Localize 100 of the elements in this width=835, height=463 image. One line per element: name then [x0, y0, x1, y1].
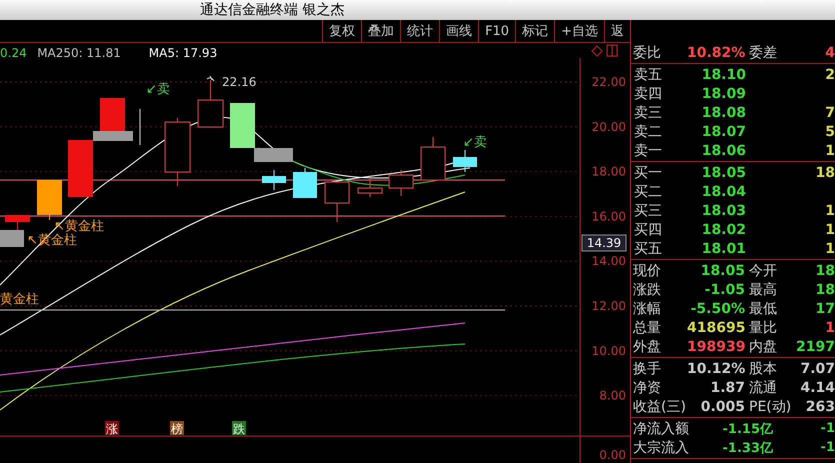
quote-label: 最低	[748, 300, 778, 318]
quote-label: 流通	[748, 378, 778, 396]
quote-value: 1.87	[709, 380, 745, 396]
candlestick	[5, 214, 30, 232]
candlestick	[37, 180, 62, 220]
rank-tag[interactable]: 跌	[232, 421, 246, 436]
order-price: 18.10	[700, 66, 746, 82]
quote-value: 198939	[687, 338, 745, 354]
indicator-value: MA5: 17.93	[148, 46, 218, 60]
quote-label: 收益(三)	[633, 398, 687, 416]
quote-label: 现价	[633, 262, 662, 280]
order-level-label: 买三	[634, 202, 663, 220]
order-price: 18.08	[700, 104, 746, 120]
quote-label: 今开	[748, 262, 778, 280]
price-axis-label: 14.00	[592, 254, 626, 268]
quote-value: 418695	[687, 320, 745, 336]
quote-label: 内盘	[748, 338, 778, 356]
quote-value: 18.05	[700, 262, 745, 278]
order-volume: 1	[824, 202, 835, 218]
quote-label: 股本	[748, 360, 778, 378]
order-volume: 5	[824, 124, 835, 140]
quote-value: 263	[804, 398, 835, 414]
golden-bar-label: 黄金柱	[0, 292, 39, 307]
indicator-axis-label: 0.00	[599, 448, 626, 462]
order-volume: 7	[824, 104, 835, 120]
quote-value: 0.005	[700, 398, 745, 414]
order-volume: 1	[824, 222, 835, 238]
candlestick	[164, 118, 190, 186]
price-axis-label: 22.00	[592, 75, 626, 89]
order-price: 18.03	[700, 202, 746, 218]
quote-label: 外盘	[633, 338, 662, 356]
quote-label: 净流入额	[633, 420, 690, 438]
order-price: 18.07	[700, 124, 746, 140]
quote-value: 4.14	[799, 380, 835, 396]
order-volume: 1	[824, 142, 835, 158]
rank-tag[interactable]: 榜	[170, 421, 184, 436]
price-axis-label: 18.00	[592, 164, 626, 179]
quote-value: 7.07	[799, 360, 835, 376]
rank-tag[interactable]: 涨	[105, 421, 119, 436]
diamond-icon[interactable]	[591, 45, 603, 57]
candlestick	[0, 230, 24, 248]
price-axis-label: 10.00	[592, 344, 626, 358]
sell-signal-label: ↙卖	[146, 82, 170, 97]
quote-label: 总量	[633, 318, 662, 336]
quote-label: 涨幅	[633, 300, 662, 318]
candlestick	[420, 136, 446, 182]
order-level-label: 买五	[634, 240, 663, 258]
quote-label: 大宗流入	[633, 438, 690, 456]
quote-label: 委比	[633, 44, 662, 62]
quote-value: 10.82%	[687, 44, 745, 60]
order-price: 18.09	[700, 86, 746, 102]
candlestick	[293, 168, 317, 198]
order-level-label: 卖四	[634, 84, 663, 102]
order-price: 18.04	[700, 184, 746, 200]
candlestick	[358, 178, 382, 198]
candlestick	[324, 182, 350, 222]
quote-value: -1.15亿	[722, 420, 773, 438]
candlestick	[198, 80, 224, 128]
quote-value: 10.12%	[687, 360, 745, 376]
quote-value: 17	[814, 300, 835, 316]
order-level-label: 卖二	[634, 122, 663, 140]
quote-value: 18	[814, 282, 835, 298]
order-volume: 18	[814, 164, 835, 180]
quote-label: 委差	[748, 44, 778, 62]
candlestick	[453, 150, 477, 172]
price-axis-label: 12.00	[592, 299, 626, 313]
candlestick	[262, 170, 286, 190]
current-price-tag: 14.39	[582, 234, 626, 252]
quote-label: 最高	[748, 280, 778, 298]
quote-label: 量比	[748, 318, 778, 336]
quote-label: 涨跌	[633, 280, 662, 298]
order-level-label: 买二	[634, 182, 663, 200]
indicator-value: 0.24	[0, 46, 27, 60]
quote-label: 净资	[633, 378, 662, 396]
quote-label: PE(动)	[748, 398, 789, 416]
order-volume: 2	[824, 66, 835, 82]
quote-value: -1.05	[704, 282, 745, 298]
order-price: 18.06	[700, 142, 746, 158]
sell-signal-label: ↙卖	[463, 135, 487, 150]
order-volume: 1	[824, 240, 835, 256]
order-level-label: 买四	[634, 220, 663, 238]
high-price-label: 22.16	[222, 75, 256, 89]
quote-value: 1	[824, 320, 835, 336]
quote-label: 换手	[633, 360, 662, 378]
order-price: 18.05	[700, 164, 746, 180]
indicator-value: MA250: 11.81	[37, 46, 121, 60]
window-title: 通达信金融终端 银之杰	[200, 1, 344, 19]
price-axis-label: 20.00	[592, 120, 626, 134]
quote-value: 2197	[795, 338, 835, 354]
order-level-label: 卖三	[634, 104, 663, 122]
quote-value: 4	[824, 44, 835, 60]
order-level-label: 卖一	[634, 142, 663, 160]
panel-toggle-icon[interactable]	[606, 44, 618, 56]
price-axis-label: 8.00	[599, 388, 626, 403]
quote-value: 18	[814, 262, 835, 278]
candlestick	[388, 170, 414, 196]
order-level-label: 买一	[634, 164, 663, 182]
quote-value: -1.33亿	[722, 440, 773, 456]
price-axis-label: 16.00	[592, 209, 626, 224]
order-price: 18.02	[700, 222, 746, 238]
